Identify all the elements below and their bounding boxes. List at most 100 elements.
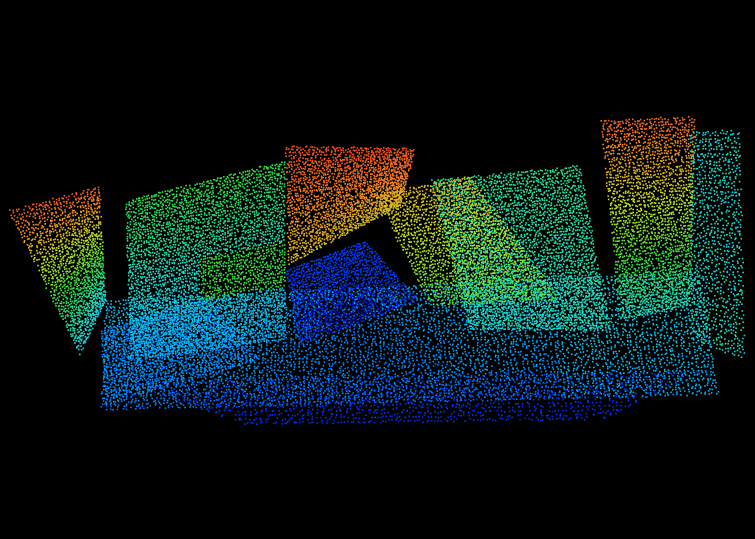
floor-point (486, 399, 489, 402)
floor-point (352, 290, 355, 293)
point-cloud-canvas[interactable] (0, 0, 755, 539)
floor-point (442, 361, 444, 363)
floor-point (457, 357, 460, 359)
floor-point (603, 358, 606, 360)
floor-point (276, 319, 279, 322)
floor-point (599, 278, 601, 280)
floor-point (273, 319, 275, 322)
floor-point (453, 296, 456, 299)
floor-point (461, 367, 463, 369)
floor-point (587, 382, 589, 385)
floor-point (400, 311, 403, 314)
floor-point (163, 388, 165, 391)
floor-point (570, 341, 573, 343)
floor-point (481, 355, 483, 357)
floor-point (462, 311, 464, 314)
floor-point (608, 387, 610, 390)
floor-point (409, 311, 411, 313)
floor-point (199, 392, 201, 395)
floor-point (574, 361, 577, 364)
floor-point (409, 313, 412, 315)
floor-point (498, 333, 501, 336)
floor-point (262, 374, 265, 377)
floor-point (362, 363, 365, 366)
floor-point (414, 400, 416, 402)
floor-point (455, 378, 458, 381)
floor-point (586, 343, 588, 345)
floor-point (288, 390, 290, 393)
floor-point (342, 364, 345, 366)
floor-point (314, 377, 317, 380)
floor-point (168, 358, 170, 360)
floor-point (485, 353, 487, 355)
floor-point (164, 297, 167, 300)
point-cloud-viewport[interactable] (0, 0, 755, 539)
floor-point (281, 384, 284, 387)
floor-point (210, 376, 212, 378)
floor-point (248, 298, 251, 301)
floor-point (376, 320, 378, 322)
floor-point (285, 352, 287, 354)
floor-point (312, 379, 315, 381)
floor-point (103, 397, 105, 399)
floor-point (270, 379, 273, 381)
floor-point (139, 407, 141, 409)
floor-point (310, 392, 313, 394)
floor-point (456, 309, 458, 311)
floor-point (289, 355, 292, 358)
floor-point (590, 343, 593, 345)
floor-point (531, 287, 534, 289)
floor-point (269, 381, 272, 383)
floor-point (244, 384, 246, 387)
floor-point (100, 406, 103, 408)
floor-point (108, 316, 110, 318)
floor-point (444, 299, 447, 301)
floor-point (374, 335, 377, 338)
floor-point (355, 383, 358, 386)
floor-point (302, 366, 305, 368)
floor-point (212, 302, 215, 305)
floor-point (595, 392, 598, 395)
floor-point (286, 400, 289, 403)
floor-point (370, 348, 373, 350)
floor-point (459, 341, 462, 344)
floor-point (474, 313, 477, 315)
floor-point (438, 371, 440, 373)
floor-point (301, 332, 304, 335)
floor-point (270, 364, 273, 367)
floor-point (367, 338, 369, 341)
floor-point (274, 379, 277, 381)
floor-point (435, 297, 437, 300)
floor-point (377, 317, 380, 320)
floor-point (121, 340, 123, 343)
floor-point (125, 395, 128, 398)
floor-point (411, 354, 414, 356)
floor-point (268, 350, 271, 352)
floor-point (357, 391, 360, 393)
floor-point (320, 293, 323, 295)
floor-point (453, 355, 455, 357)
floor-point (231, 345, 234, 348)
floor-point (190, 383, 193, 386)
floor-point (389, 378, 391, 380)
floor-point (570, 353, 573, 355)
floor-point (340, 365, 343, 368)
floor-point (474, 365, 476, 368)
floor-point (462, 352, 464, 355)
floor-point (290, 386, 293, 389)
floor-point (369, 383, 371, 385)
floor-point (157, 400, 160, 403)
floor-point (436, 390, 439, 392)
floor-point (406, 346, 409, 349)
floor-point (337, 371, 339, 373)
floor-point (170, 365, 173, 367)
floor-point (261, 310, 263, 312)
floor-point (196, 351, 198, 354)
floor-point (327, 377, 329, 380)
floor-point (275, 375, 278, 378)
floor-point (431, 378, 434, 380)
floor-point (245, 404, 248, 407)
floor-point (388, 383, 390, 386)
floor-point (443, 334, 445, 337)
floor-point (534, 391, 537, 393)
